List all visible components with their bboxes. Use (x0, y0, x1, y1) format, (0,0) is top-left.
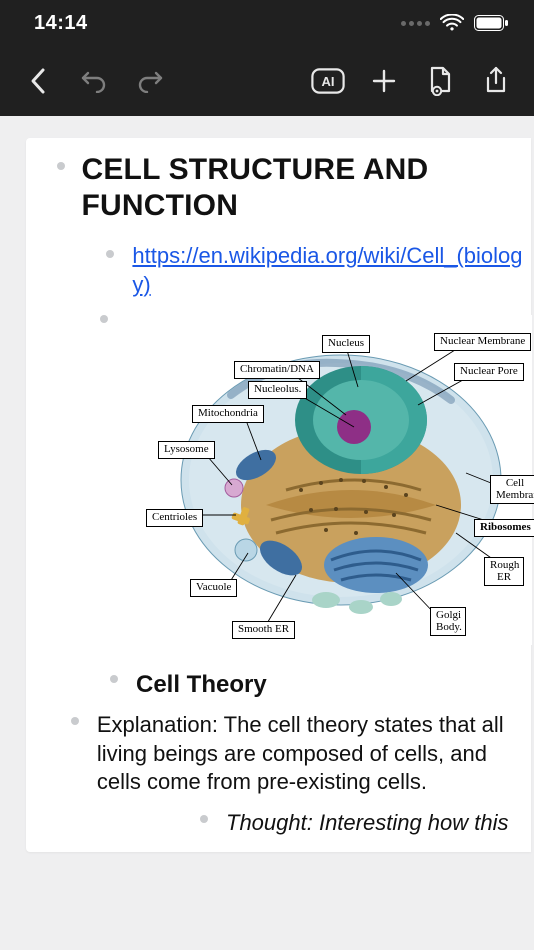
status-bar: 14:14 (0, 0, 534, 46)
bullet-icon (100, 315, 108, 323)
diagram-label-rough-er: Rough ER (484, 557, 524, 586)
battery-icon (474, 15, 508, 31)
plus-icon (371, 68, 397, 94)
diagram-label-vacuole: Vacuole (190, 579, 237, 597)
redo-button[interactable] (122, 56, 178, 106)
ai-icon: AI (311, 68, 345, 94)
outline-row-thought[interactable]: Thought: Interesting how this (26, 805, 531, 842)
redo-icon (136, 69, 164, 93)
svg-text:AI: AI (322, 74, 335, 89)
bullet-icon (200, 815, 208, 823)
diagram-label-mitochondria: Mitochondria (192, 405, 264, 423)
bullet-icon (71, 717, 79, 725)
outline-row-image[interactable]: Nucleus Nuclear Membrane Chromatin/DNA N… (26, 309, 531, 651)
bullet-icon (110, 675, 118, 683)
back-button[interactable] (10, 56, 66, 106)
document-settings-button[interactable] (412, 56, 468, 106)
thought-text: Thought: Interesting how this (226, 805, 519, 842)
diagram-label-cell-membrane: Cell Membrane (490, 475, 534, 504)
undo-button[interactable] (66, 56, 122, 106)
outline-card: CELL STRUCTURE AND FUNCTION https://en.w… (26, 138, 531, 852)
diagram-label-smooth-er: Smooth ER (232, 621, 295, 639)
status-right (401, 14, 508, 32)
document-gear-icon (427, 66, 453, 96)
diagram-label-nucleolus: Nucleolus. (248, 381, 307, 399)
bullet-icon (106, 250, 114, 258)
toolbar: AI (0, 46, 534, 116)
diagram-label-ribosomes: Ribosomes (474, 519, 534, 537)
diagram-label-golgi: Golgi Body. (430, 607, 466, 636)
share-icon (484, 66, 508, 96)
diagram-label-nucleus: Nucleus (322, 335, 370, 353)
cell-diagram: Nucleus Nuclear Membrane Chromatin/DNA N… (136, 315, 532, 645)
diagram-label-centrioles: Centrioles (146, 509, 203, 527)
signal-dots-icon (401, 21, 430, 26)
ai-button[interactable]: AI (300, 56, 356, 106)
outline-row-link[interactable]: https://en.wikipedia.org/wiki/Cell_(biol… (26, 238, 531, 309)
diagram-label-chromatin: Chromatin/DNA (234, 361, 320, 379)
bullet-icon (57, 162, 65, 170)
diagram-label-nuclear-pore: Nuclear Pore (454, 363, 524, 381)
wifi-icon (440, 14, 464, 32)
outline-row-section[interactable]: Cell Theory (26, 663, 531, 707)
content-area[interactable]: CELL STRUCTURE AND FUNCTION https://en.w… (0, 116, 534, 950)
share-button[interactable] (468, 56, 524, 106)
diagram-label-nuclear-membrane: Nuclear Membrane (434, 333, 531, 351)
outline-row-title[interactable]: CELL STRUCTURE AND FUNCTION (26, 138, 531, 238)
section-heading: Cell Theory (136, 663, 277, 707)
wikipedia-link[interactable]: https://en.wikipedia.org/wiki/Cell_(biol… (132, 238, 531, 309)
page-title: CELL STRUCTURE AND FUNCTION (81, 138, 531, 238)
undo-icon (80, 69, 108, 93)
add-button[interactable] (356, 56, 412, 106)
outline-row-body[interactable]: Explanation: The cell theory states that… (26, 707, 531, 801)
diagram-label-lysosome: Lysosome (158, 441, 215, 459)
explanation-text: Explanation: The cell theory states that… (97, 707, 531, 801)
status-time: 14:14 (34, 12, 88, 35)
chevron-left-icon (28, 67, 48, 95)
